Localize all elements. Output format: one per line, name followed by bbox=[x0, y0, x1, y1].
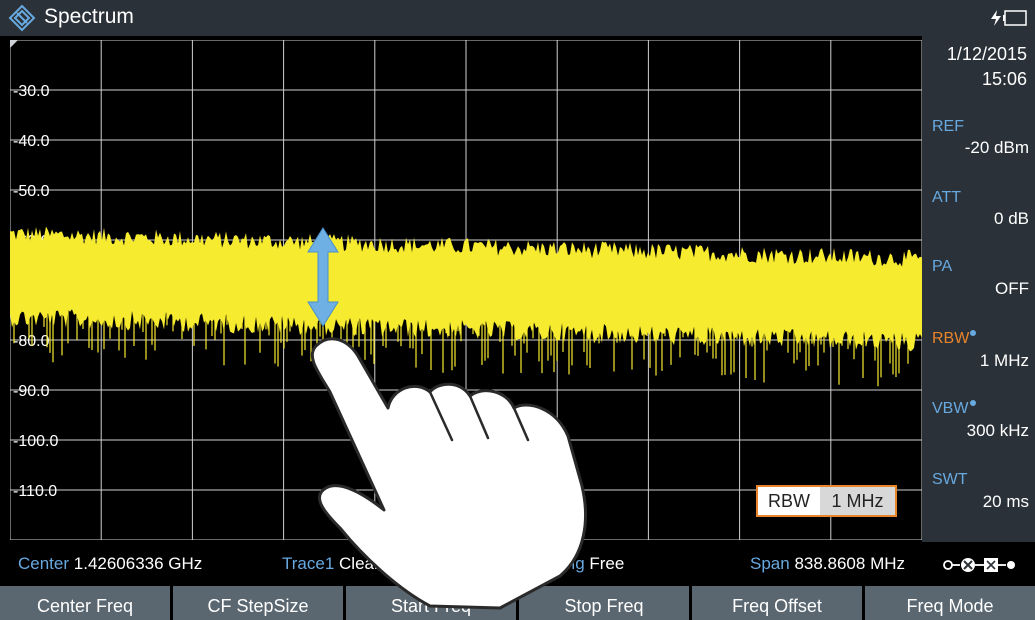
span-status-value: 838.8608 MHz bbox=[794, 554, 906, 573]
parameter-sidebar: 1/12/2015 15:06 REF -20 dBm ATT 0 dB PA … bbox=[922, 36, 1035, 542]
swt-value[interactable]: 20 ms bbox=[983, 492, 1029, 512]
trigger-status[interactable]: Trig Free bbox=[556, 554, 624, 574]
vbw-value[interactable]: 300 kHz bbox=[967, 421, 1029, 441]
pa-value[interactable]: OFF bbox=[995, 279, 1029, 299]
plot-corner-marker bbox=[10, 40, 18, 48]
trace-status-label: Trace1 bbox=[282, 554, 335, 573]
app-title: Spectrum bbox=[44, 5, 134, 28]
att-value[interactable]: 0 dB bbox=[994, 209, 1029, 229]
softkey-center-freq[interactable]: Center Freq bbox=[0, 586, 170, 620]
center-status[interactable]: Center 1.42606336 GHz bbox=[18, 554, 202, 574]
y-axis-label: -90.0 bbox=[13, 383, 50, 400]
softkey-cf-stepsize[interactable]: CF StepSize bbox=[173, 586, 343, 620]
time-display: 15:06 bbox=[981, 69, 1027, 89]
rbw-box-label: RBW bbox=[768, 491, 810, 511]
vbw-auto-dot bbox=[970, 400, 976, 406]
center-status-label: Center bbox=[18, 554, 70, 573]
rbw-label[interactable]: RBW bbox=[932, 330, 969, 348]
y-axis-label: -80.0 bbox=[13, 333, 50, 350]
span-status[interactable]: Span 838.8608 MHz bbox=[750, 554, 905, 574]
softkey-freq-mode[interactable]: Freq Mode bbox=[865, 586, 1035, 620]
rbw-auto-dot bbox=[970, 330, 976, 336]
center-status-value: 1.42606336 GHz bbox=[73, 554, 203, 573]
softkey-bar: Center Freq CF StepSize Start Freq Stop … bbox=[0, 586, 1035, 620]
battery-charging-icon bbox=[991, 10, 1027, 26]
y-axis-label: -40.0 bbox=[13, 133, 50, 150]
y-axis-label: -100.0 bbox=[13, 433, 58, 450]
y-axis-label: -110.0 bbox=[13, 483, 57, 500]
y-axis-label: -50.0 bbox=[13, 183, 50, 200]
rbw-box-value[interactable]: 1 MHz bbox=[820, 487, 895, 515]
softkey-start-freq[interactable]: Start Freq bbox=[346, 586, 516, 620]
status-bar: Center 1.42606336 GHz Trace1 Clear Trig … bbox=[0, 542, 922, 584]
span-status-label: Span bbox=[750, 554, 790, 573]
trace-status[interactable]: Trace1 Clear bbox=[282, 554, 380, 574]
rbw-value[interactable]: 1 MHz bbox=[980, 351, 1029, 371]
title-bar: Spectrum bbox=[0, 0, 1035, 36]
swt-label[interactable]: SWT bbox=[932, 471, 968, 489]
ref-label[interactable]: REF bbox=[932, 118, 964, 136]
softkey-freq-offset[interactable]: Freq Offset bbox=[692, 586, 862, 620]
vbw-label[interactable]: VBW bbox=[932, 400, 968, 418]
spectrum-plot[interactable]: -30.0-40.0-50.0-60.0-70.0-80.0-90.0-100.… bbox=[10, 40, 922, 540]
att-label[interactable]: ATT bbox=[932, 189, 961, 207]
date-display: 1/12/2015 bbox=[946, 44, 1027, 64]
connector-icon bbox=[943, 558, 1015, 572]
pa-label[interactable]: PA bbox=[932, 258, 952, 276]
trace-status-value: Clear bbox=[339, 554, 380, 573]
rbw-input-box[interactable]: RBW 1 MHz bbox=[756, 485, 897, 517]
rohde-schwarz-logo-icon bbox=[8, 4, 36, 32]
trigger-status-value: Free bbox=[589, 554, 625, 573]
ref-value[interactable]: -20 dBm bbox=[965, 138, 1029, 158]
softkey-stop-freq[interactable]: Stop Freq bbox=[519, 586, 689, 620]
y-axis-label: -30.0 bbox=[13, 83, 50, 100]
trigger-status-label: Trig bbox=[556, 554, 585, 573]
